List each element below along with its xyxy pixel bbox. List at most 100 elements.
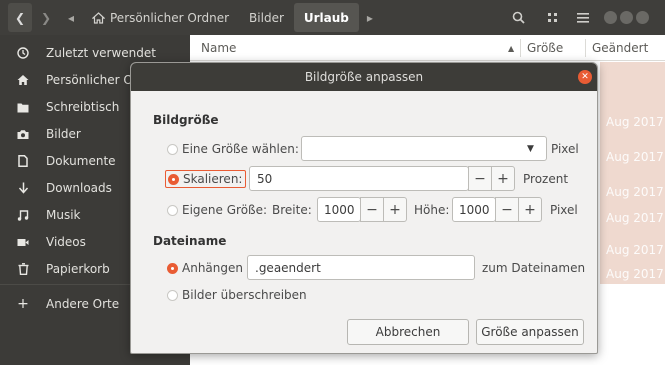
- custom-size-label: Eigene Größe:: [182, 203, 268, 217]
- scale-radio[interactable]: Skalieren:: [165, 170, 247, 188]
- dialog-titlebar: Bildgröße anpassen ✕: [131, 63, 597, 91]
- menu-button[interactable]: [568, 3, 598, 32]
- view-toggle-button[interactable]: [537, 3, 567, 32]
- breadcrumb-urlaub[interactable]: Urlaub: [293, 3, 359, 32]
- column-size[interactable]: Größe: [527, 41, 563, 55]
- radio-unselected[interactable]: [167, 204, 178, 216]
- chevron-left-icon: ❮: [14, 10, 26, 25]
- column-divider: [520, 39, 521, 57]
- resize-button-label: Größe anpassen: [481, 325, 579, 339]
- sidebar-item-label: Bilder: [46, 127, 81, 141]
- column-modified[interactable]: Geändert: [592, 41, 648, 55]
- height-decrement-button[interactable]: −: [495, 197, 519, 222]
- radio-selected[interactable]: [168, 173, 179, 185]
- sidebar-item-label: Zuletzt verwendet: [46, 46, 156, 60]
- preset-size-unit: Pixel: [551, 142, 579, 156]
- preset-size-select[interactable]: [301, 136, 547, 161]
- minus-icon: −: [474, 170, 486, 187]
- breadcrumb-bilder-label: Bilder: [249, 10, 284, 25]
- sidebar-item-label: Schreibtisch: [46, 100, 120, 114]
- row-date: Aug 2017: [606, 115, 664, 129]
- breadcrumb-home[interactable]: Persönlicher Ordner: [82, 3, 239, 32]
- breadcrumb-left-arrow[interactable]: ◂: [60, 3, 82, 32]
- height-increment-button[interactable]: +: [518, 197, 542, 222]
- maximize-button[interactable]: [620, 11, 633, 24]
- height-input[interactable]: 1000: [452, 197, 496, 222]
- width-decrement-button[interactable]: −: [360, 197, 384, 222]
- radio-unselected[interactable]: [167, 289, 178, 301]
- append-suffix-input[interactable]: .geaendert: [247, 255, 475, 280]
- breadcrumb: ◂ Persönlicher Ordner Bilder Urlaub ▸: [60, 3, 381, 32]
- dialog-body: Bildgröße Eine Größe wählen: ▼ Pixel Ska…: [131, 91, 597, 353]
- clock-icon: [0, 47, 46, 59]
- custom-size-unit: Pixel: [550, 203, 578, 217]
- column-divider: [585, 39, 586, 57]
- row-date: Aug 2017: [606, 185, 664, 199]
- forward-button[interactable]: ❯: [34, 3, 58, 32]
- chevron-down-icon[interactable]: ▼: [527, 144, 534, 154]
- row-date: Aug 2017: [606, 211, 664, 225]
- sidebar-item-label: Videos: [46, 235, 86, 249]
- home-icon: [92, 11, 105, 24]
- radio-unselected[interactable]: [167, 143, 178, 155]
- video-icon: [0, 238, 46, 247]
- chevron-right-icon: ❯: [40, 10, 52, 25]
- plus-icon: +: [17, 296, 29, 312]
- custom-size-radio[interactable]: Eigene Größe:: [167, 203, 267, 217]
- plus-icon: +: [389, 201, 401, 218]
- scale-label: Skalieren:: [183, 172, 243, 186]
- size-section-title: Bildgröße: [153, 113, 219, 127]
- scale-radio-focus[interactable]: Skalieren:: [165, 170, 247, 188]
- document-icon: [0, 155, 46, 167]
- scale-input[interactable]: 50: [249, 166, 469, 191]
- trash-icon: [0, 263, 46, 275]
- window-close-button[interactable]: [636, 11, 649, 24]
- music-icon: [0, 209, 46, 221]
- scale-value: 50: [257, 171, 273, 186]
- width-label: Breite:: [272, 203, 312, 217]
- plus-icon: +: [524, 201, 536, 218]
- breadcrumb-urlaub-label: Urlaub: [303, 10, 349, 25]
- breadcrumb-home-label: Persönlicher Ordner: [110, 10, 230, 25]
- overwrite-label: Bilder überschreiben: [182, 288, 307, 302]
- width-increment-button[interactable]: +: [383, 197, 407, 222]
- sidebar-item-label: Downloads: [46, 181, 112, 195]
- scale-increment-button[interactable]: +: [491, 166, 515, 191]
- preset-size-radio[interactable]: Eine Größe wählen:: [167, 142, 299, 156]
- close-icon: ✕: [581, 72, 589, 82]
- hamburger-icon: [577, 12, 589, 23]
- minus-icon: −: [366, 201, 378, 218]
- radio-selected[interactable]: [167, 262, 178, 274]
- dialog-title: Bildgröße anpassen: [304, 70, 424, 84]
- append-suffix-value: .geaendert: [255, 260, 321, 275]
- append-suffix-label: zum Dateinamen: [482, 261, 586, 275]
- append-radio[interactable]: Anhängen: [167, 261, 243, 275]
- row-date: Aug 2017: [606, 243, 664, 257]
- dialog-close-button[interactable]: ✕: [578, 70, 592, 84]
- scale-decrement-button[interactable]: −: [468, 166, 492, 191]
- height-label: Höhe:: [414, 203, 450, 217]
- breadcrumb-right-arrow[interactable]: ▸: [359, 3, 381, 32]
- resize-images-dialog: Bildgröße anpassen ✕ Bildgröße Eine Größ…: [130, 62, 598, 354]
- minus-icon: −: [501, 201, 513, 218]
- back-button[interactable]: ❮: [8, 3, 32, 32]
- sidebar-item-label: Andere Orte: [46, 297, 120, 311]
- resize-button[interactable]: Größe anpassen: [476, 319, 584, 345]
- camera-icon: [0, 129, 46, 140]
- row-date: Aug 2017: [606, 150, 664, 164]
- cancel-button[interactable]: Abbrechen: [347, 319, 469, 345]
- append-label: Anhängen: [182, 261, 243, 275]
- sidebar-item-label: Papierkorb: [46, 262, 110, 276]
- scale-unit: Prozent: [523, 172, 569, 186]
- width-input[interactable]: 1000: [317, 197, 361, 222]
- overwrite-radio[interactable]: Bilder überschreiben: [167, 288, 307, 302]
- download-icon: [0, 182, 46, 194]
- column-name[interactable]: Name: [201, 41, 236, 55]
- filename-section-title: Dateiname: [153, 234, 227, 248]
- search-icon: [512, 11, 525, 24]
- height-value: 1000: [459, 202, 490, 217]
- minimize-button[interactable]: [604, 11, 617, 24]
- sidebar-item-label: Dokumente: [46, 154, 116, 168]
- breadcrumb-bilder[interactable]: Bilder: [239, 3, 294, 32]
- search-button[interactable]: [503, 3, 533, 32]
